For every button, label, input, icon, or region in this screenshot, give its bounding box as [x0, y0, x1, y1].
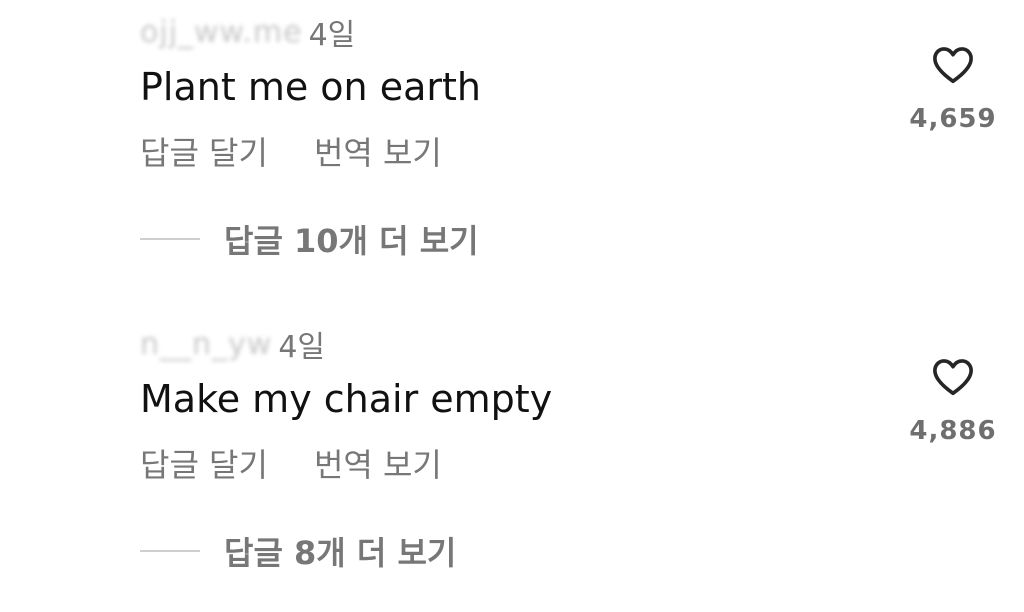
view-replies-label: 답글 10개 더 보기 [224, 222, 479, 260]
comment-header: ojj_ww.me 4일 [140, 10, 355, 54]
comment-actions: 답글 달기 번역 보기 [140, 440, 442, 486]
heart-outline-icon[interactable] [930, 42, 976, 88]
comment-username[interactable]: ojj_ww.me [140, 15, 303, 50]
comment-text: Plant me on earth [140, 65, 481, 109]
replies-divider-line [140, 238, 200, 240]
replies-divider-line [140, 550, 200, 552]
view-replies-button[interactable]: 답글 8개 더 보기 [140, 528, 456, 574]
comment-username[interactable]: n__n_yw [140, 327, 272, 362]
like-count: 4,886 [909, 416, 997, 446]
comment-header: n__n_yw 4일 [140, 322, 325, 366]
like-section: 4,659 [908, 42, 998, 134]
view-replies-button[interactable]: 답글 10개 더 보기 [140, 216, 479, 262]
comment-timestamp: 4일 [278, 330, 326, 365]
comment-timestamp: 4일 [308, 18, 356, 53]
see-translation-button[interactable]: 번역 보기 [314, 128, 442, 174]
reply-button[interactable]: 답글 달기 [140, 440, 268, 486]
see-translation-button[interactable]: 번역 보기 [314, 440, 442, 486]
heart-outline-icon[interactable] [930, 354, 976, 400]
comment-text: Make my chair empty [140, 377, 553, 421]
like-count: 4,659 [909, 104, 997, 134]
view-replies-label: 답글 8개 더 보기 [224, 534, 457, 572]
reply-button[interactable]: 답글 달기 [140, 128, 268, 174]
like-section: 4,886 [908, 354, 998, 446]
comment-actions: 답글 달기 번역 보기 [140, 128, 442, 174]
